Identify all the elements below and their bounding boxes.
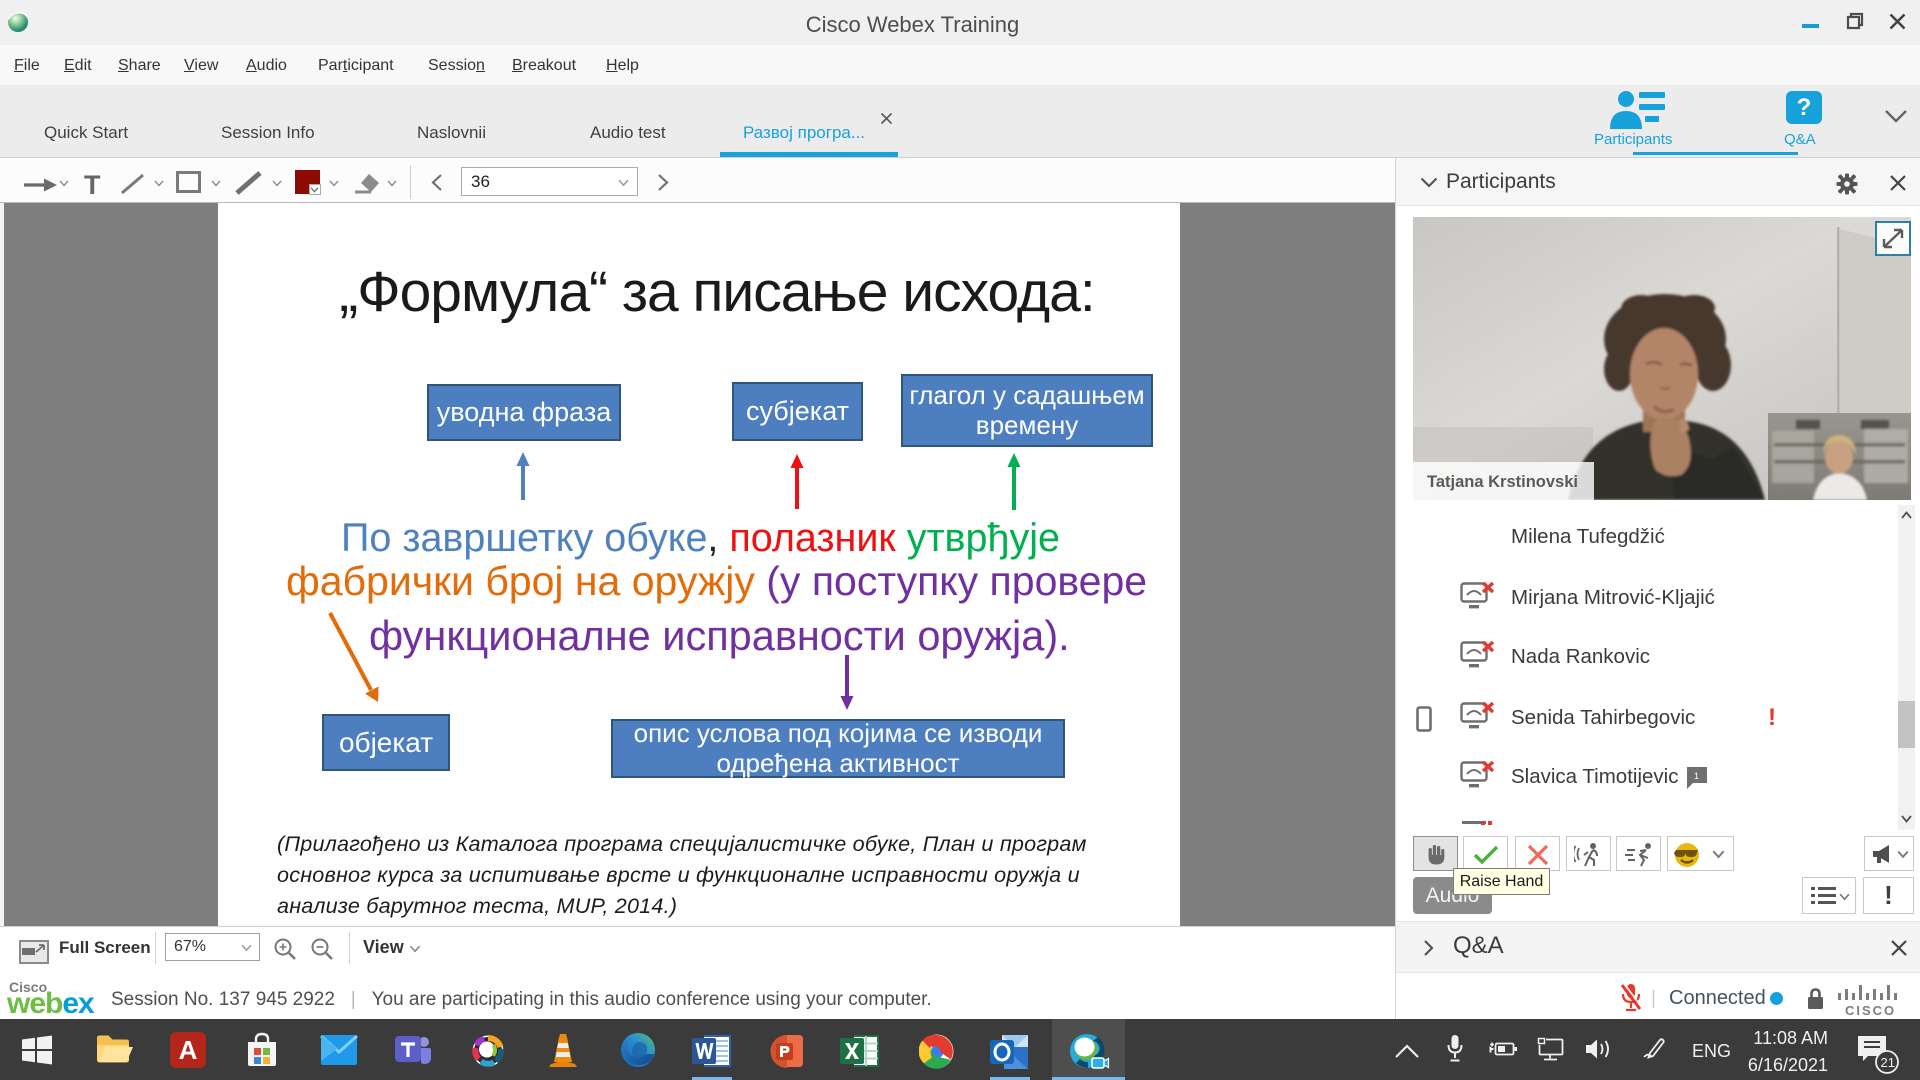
svg-text:1: 1 [1694,771,1699,781]
svg-text:Tatjana Krstinovski: Tatjana Krstinovski [1427,473,1578,491]
svg-text:CISCO: CISCO [1845,1003,1896,1018]
svg-text:A: A [179,1035,198,1065]
svg-text:21: 21 [1881,1055,1895,1070]
